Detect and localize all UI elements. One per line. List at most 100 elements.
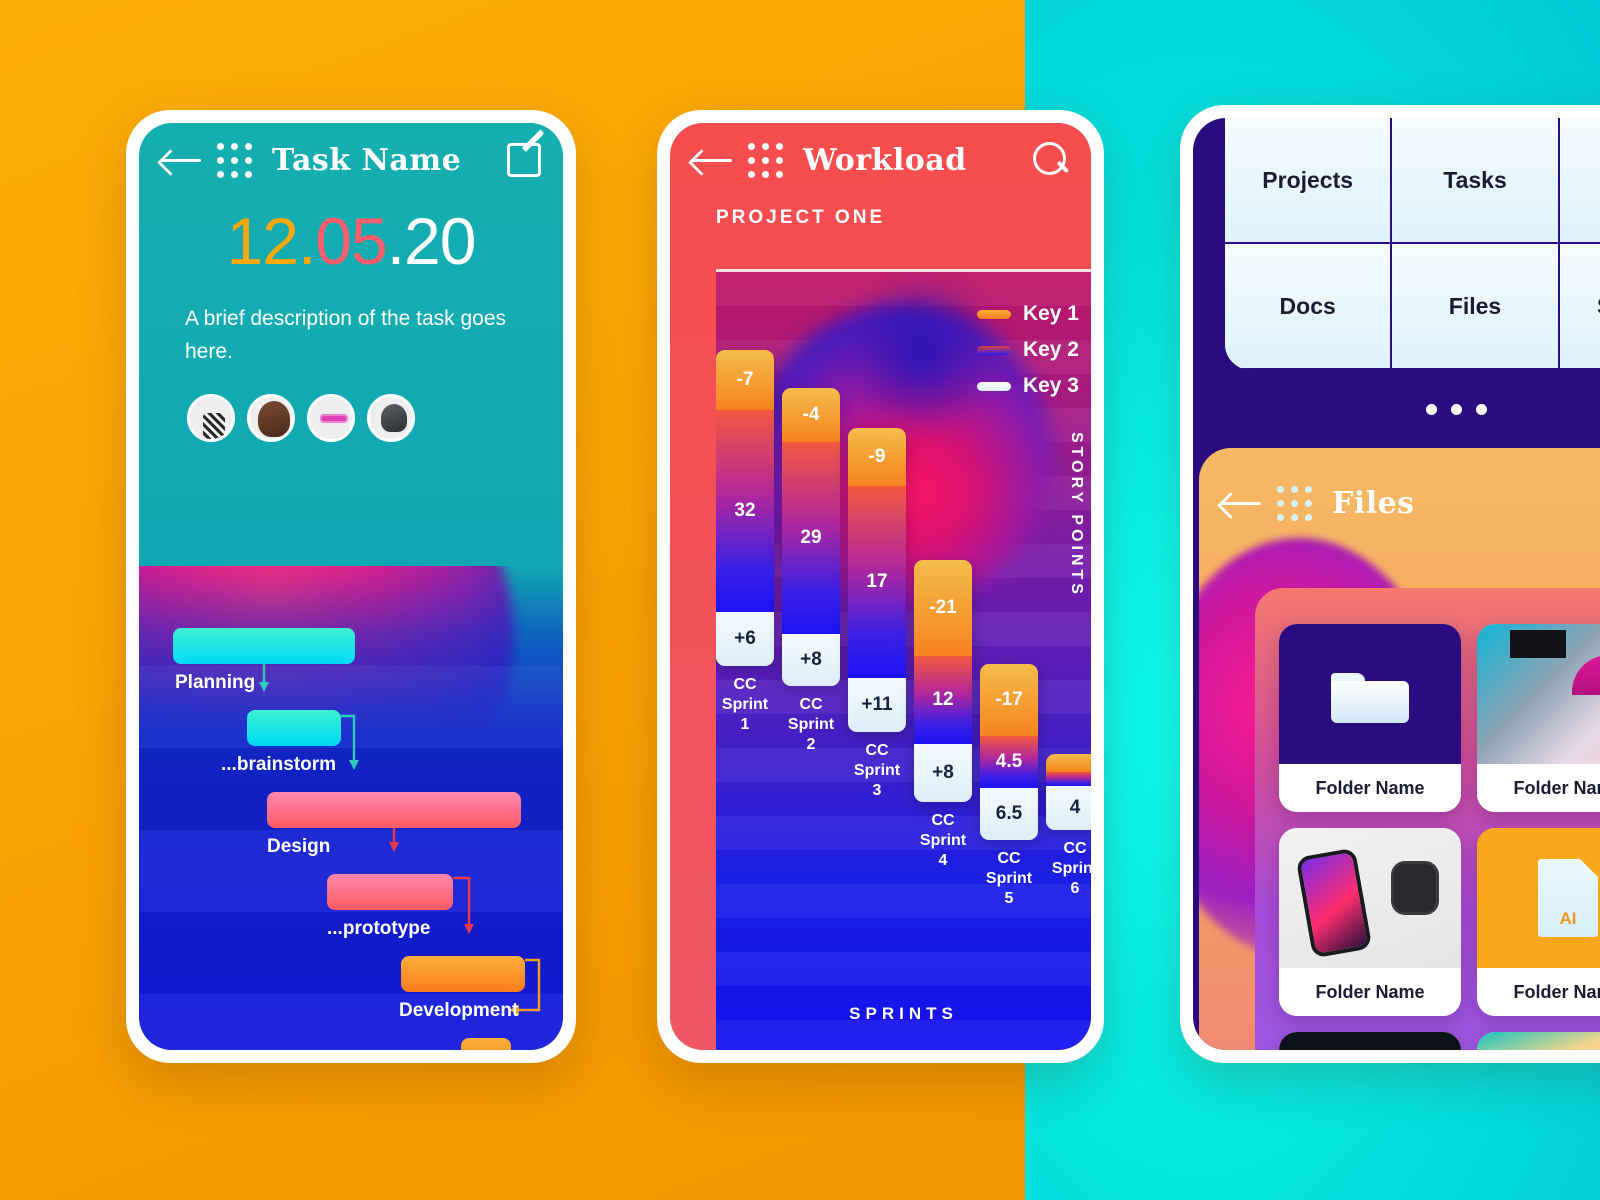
bar-stack: -17 4.5 6.5: [980, 664, 1038, 840]
bar-segment-key1: -9: [848, 428, 906, 486]
task-date: 12.05.20: [139, 203, 563, 279]
avatar[interactable]: [187, 394, 235, 443]
ai-document-icon: AI: [1477, 828, 1600, 968]
search-icon[interactable]: [1033, 142, 1069, 178]
legend-item-key1[interactable]: Key 1: [976, 302, 1079, 326]
legend-swatch-key2: [976, 345, 1011, 355]
avatar[interactable]: [367, 394, 415, 443]
folder-card[interactable]: AI Folder Name: [1477, 828, 1600, 1016]
legend-label-key1: Key 1: [1022, 302, 1079, 325]
avatar[interactable]: [247, 394, 295, 443]
phone-workload: Workload PROJECT ONE Key 1 Key 2 Key 3 S…: [657, 110, 1104, 1063]
gantt-bar-design[interactable]: [267, 792, 521, 828]
avatar[interactable]: [307, 394, 355, 443]
legend-swatch-key3: [976, 381, 1011, 391]
grid-menu-icon[interactable]: [748, 142, 783, 178]
bar-segment-key2: 17: [848, 486, 906, 678]
menu-item-docs[interactable]: Docs: [1225, 244, 1393, 370]
bar-category-label: CC Sprint 1: [721, 676, 769, 733]
bar-segment-key2: 4.5: [980, 736, 1038, 788]
bar-category-label: CC Sprint 6: [1051, 840, 1091, 897]
bar-segment-key1: [1046, 754, 1091, 772]
menu-item-projects[interactable]: Projects: [1225, 118, 1393, 244]
legend-label-key3: Key 3: [1022, 374, 1079, 397]
chart-legend: Key 1 Key 2 Key 3: [976, 302, 1079, 410]
gantt-bar-planning[interactable]: [173, 628, 355, 664]
phone-task-detail: Task Name 12.05.20 A brief description o…: [126, 110, 576, 1063]
bar-segment-key2: 29: [782, 442, 840, 634]
legend-item-key3[interactable]: Key 3: [976, 374, 1079, 398]
bar-column-sprint-2[interactable]: -4 29 +8 CC Sprint 2: [782, 388, 840, 755]
bar-column-sprint-3[interactable]: -9 17 +11 CC Sprint 3: [848, 428, 906, 801]
bar-segment-key2: 32: [716, 410, 774, 612]
files-panel: Files Folder Name Folder Name: [1199, 448, 1600, 1050]
gantt-bar-prototype[interactable]: [327, 874, 453, 910]
bar-column-sprint-5[interactable]: -17 4.5 6.5 CC Sprint 5: [980, 664, 1038, 909]
bar-column-sprint-1[interactable]: -7 32 +6 CC Sprint 1: [716, 350, 774, 735]
bar-segment-key1: -21: [914, 560, 972, 656]
bar-category-label: CC Sprint 2: [787, 696, 835, 753]
task-detail-header: Task Name: [139, 123, 563, 197]
menu-item-settings[interactable]: Settings: [1559, 244, 1600, 370]
task-detail-screen: Task Name 12.05.20 A brief description o…: [139, 123, 563, 1050]
bar-column-sprint-4[interactable]: -21 12 +8 CC Sprint 4: [914, 560, 972, 871]
folder-card[interactable]: Folder Name: [1279, 1032, 1461, 1050]
bar-segment-key3: 4: [1046, 786, 1091, 830]
back-arrow-icon[interactable]: [161, 147, 203, 173]
gantt-label-prototype: ...prototype: [327, 918, 431, 939]
date-part-1: 12.: [226, 204, 317, 278]
bar-category-label: CC Sprint 3: [853, 742, 901, 799]
legend-item-key2[interactable]: Key 2: [976, 338, 1079, 362]
grid-menu-icon[interactable]: [1277, 485, 1312, 521]
assignee-avatars: [139, 368, 563, 443]
workload-screen: Workload PROJECT ONE Key 1 Key 2 Key 3 S…: [670, 123, 1091, 1050]
bar-segment-key1: -4: [782, 388, 840, 442]
folder-card[interactable]: Folder Name: [1477, 624, 1600, 812]
more-indicator-icon[interactable]: [1225, 370, 1600, 448]
folder-name: Folder Name: [1279, 764, 1461, 812]
back-arrow-icon[interactable]: [692, 147, 734, 173]
folder-card[interactable]: Folder Name: [1279, 624, 1461, 812]
task-description: A brief description of the task goes her…: [185, 307, 507, 363]
folder-card[interactable]: Folder Name: [1477, 1032, 1600, 1050]
folder-name: Folder Name: [1477, 968, 1600, 1016]
bar-segment-key1: -17: [980, 664, 1038, 736]
folder-card[interactable]: Folder Name: [1279, 828, 1461, 1016]
menu-item-team[interactable]: Team: [1559, 118, 1600, 244]
back-arrow-icon[interactable]: [1221, 490, 1263, 516]
edit-icon[interactable]: [507, 143, 541, 177]
gantt-label-design: Design: [267, 836, 331, 857]
bar-segment-key3: +6: [716, 612, 774, 666]
page-title: Files: [1332, 485, 1415, 521]
bar-stack: -7 32 +6: [716, 350, 774, 666]
x-axis-label: SPRINTS: [849, 1004, 958, 1023]
legend-swatch-key1: [976, 309, 1011, 319]
page-title: Task Name: [272, 142, 462, 178]
workload-chart: Key 1 Key 2 Key 3 STORY POINTS SPRINTS -…: [716, 269, 1091, 1050]
folder-grid: Folder Name Folder Name Folder Name AI F…: [1279, 624, 1600, 1050]
bar-stack: -4 29 +8: [782, 388, 840, 686]
bar-column-sprint-6[interactable]: 4 CC Sprint 6: [1046, 754, 1091, 899]
gantt-bar-testing[interactable]: [461, 1038, 511, 1050]
nav-menu-grid: Projects Tasks Team Docs Files Settings: [1225, 118, 1600, 370]
gantt-bar-brainstorm[interactable]: [247, 710, 341, 746]
bar-stack: 4: [1046, 754, 1091, 830]
bar-stack: -9 17 +11: [848, 428, 906, 732]
bar-segment-key3: +8: [782, 634, 840, 686]
header-actions: [507, 143, 541, 177]
bar-category-label: CC Sprint 4: [919, 812, 967, 869]
photo-devices-thumb: [1279, 828, 1461, 968]
gantt-bar-development[interactable]: [401, 956, 525, 992]
folder-icon: [1279, 624, 1461, 764]
gantt-label-planning: Planning: [175, 672, 256, 693]
folder-name: Folder Name: [1477, 764, 1600, 812]
workload-header: Workload: [670, 123, 1091, 197]
menu-item-files[interactable]: Files: [1392, 244, 1560, 370]
grid-menu-icon[interactable]: [217, 142, 252, 178]
files-header: Files: [1199, 448, 1600, 540]
header-actions: [1033, 142, 1069, 178]
bar-segment-key2: [1046, 772, 1091, 786]
figma-logo-icon: [1279, 1032, 1461, 1050]
page-title: Workload: [803, 142, 967, 178]
menu-item-tasks[interactable]: Tasks: [1392, 118, 1560, 244]
